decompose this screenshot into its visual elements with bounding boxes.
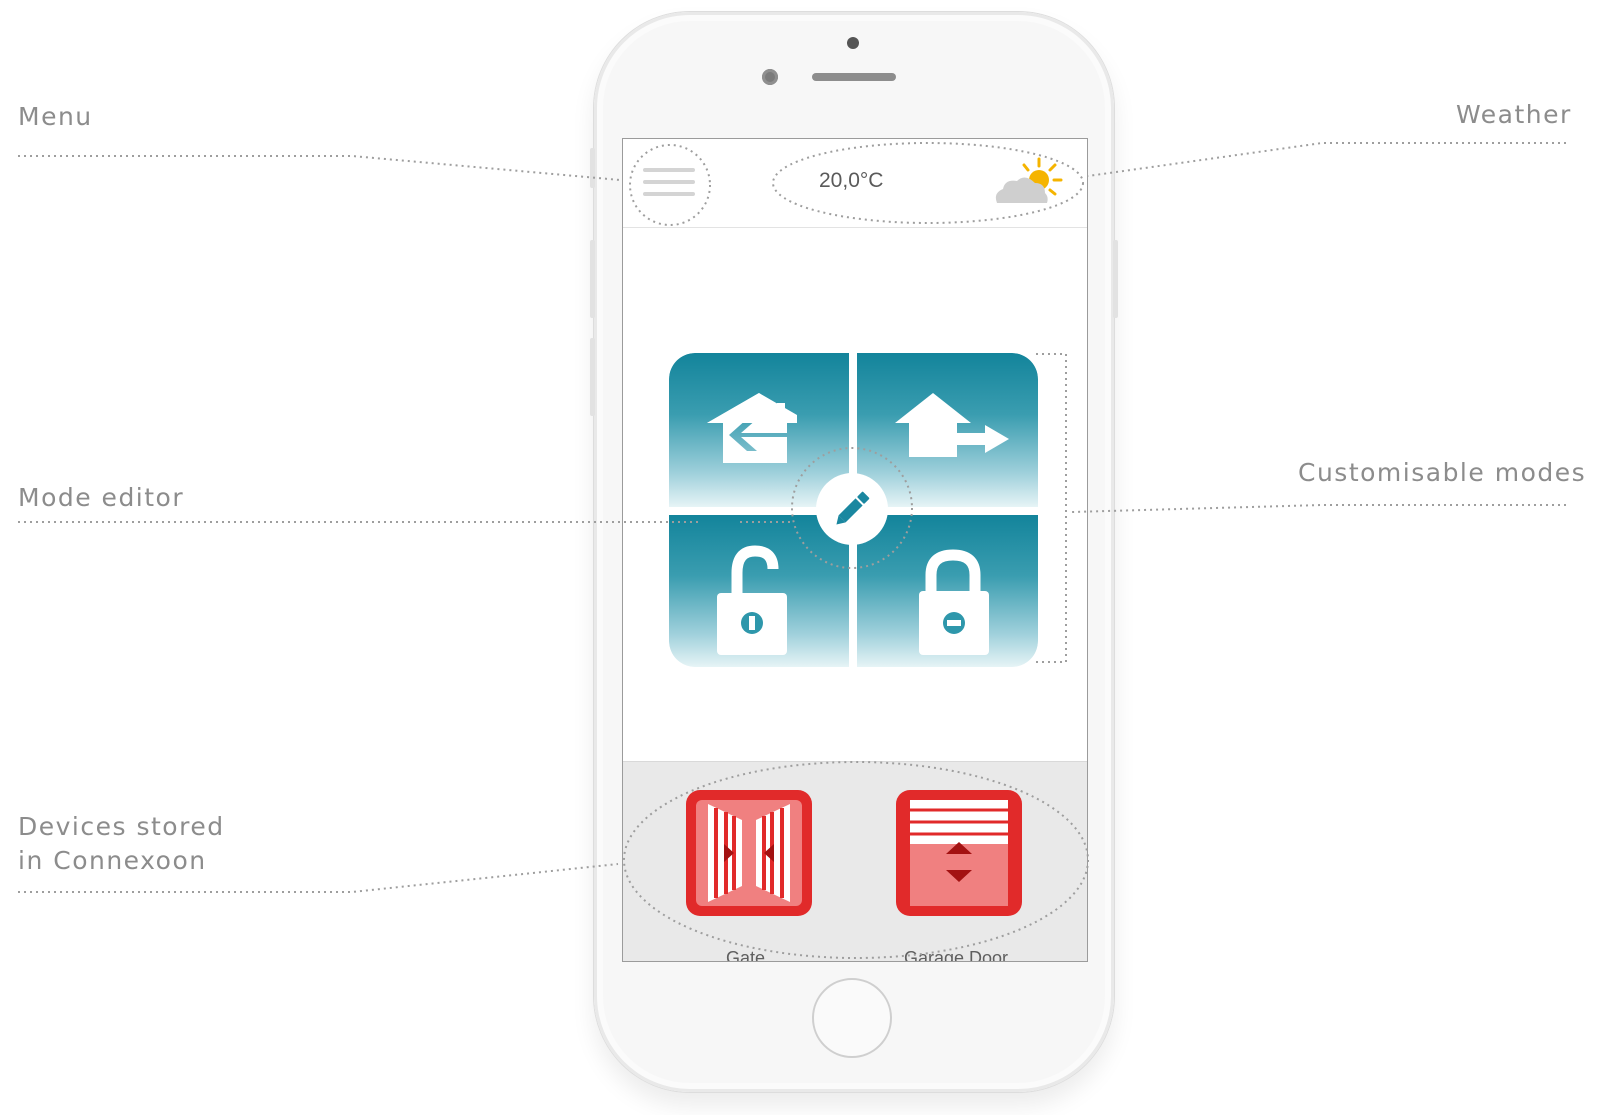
highlight-devices [623,761,1089,959]
highlight-weather [772,142,1084,224]
leader-customisable-modes [1071,504,1566,513]
bracket-modes [1036,353,1067,663]
leader-weather [1087,142,1566,177]
leader-devices [18,863,619,893]
highlight-menu [629,144,711,226]
leader-menu [18,155,621,181]
highlight-mode-editor [791,447,913,569]
annotation-leaders [18,142,1566,959]
